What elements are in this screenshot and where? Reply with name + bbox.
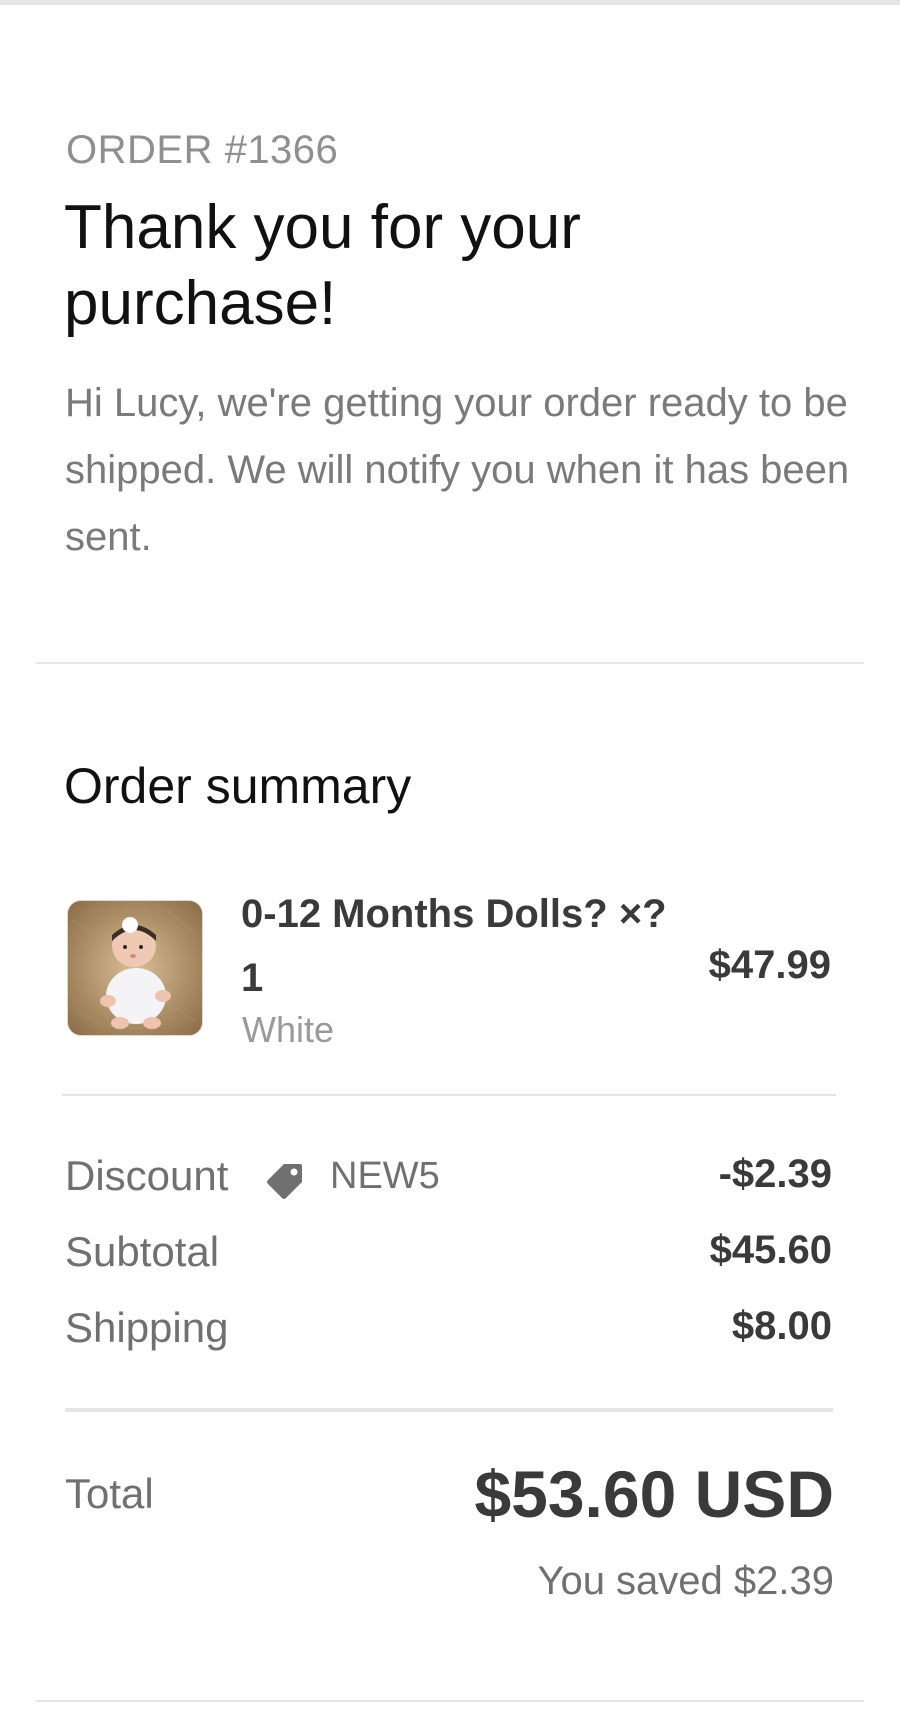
totals-divider: [65, 1408, 833, 1412]
product-price: $47.99: [708, 943, 831, 987]
subtotal-label: Subtotal: [65, 1228, 220, 1275]
top-border: [0, 0, 900, 5]
discount-label: Discount: [65, 1152, 229, 1199]
order-summary-heading: Order summary: [64, 758, 412, 814]
order-greeting-message: Hi Lucy, we're getting your order ready …: [65, 381, 850, 559]
page-title: Thank you for your purchase!: [64, 193, 581, 338]
section-divider: [36, 662, 864, 664]
shipping-value: $8.00: [731, 1304, 832, 1348]
order-number: ORDER #1366: [66, 128, 339, 172]
tag-icon: [267, 1164, 302, 1199]
shipping-label: Shipping: [65, 1304, 229, 1351]
discount-code: NEW5: [330, 1155, 440, 1197]
total-value: $53.60 USD: [474, 1457, 834, 1531]
product-variant: White: [242, 1009, 335, 1050]
bottom-divider: [36, 1700, 864, 1702]
product-name: 0-12 Months Dolls? ×?1: [241, 892, 667, 1000]
discount-value: -$2.39: [718, 1152, 832, 1196]
items-divider: [62, 1094, 836, 1096]
product-thumbnail: [67, 900, 203, 1036]
subtotal-value: $45.60: [709, 1228, 832, 1272]
total-label: Total: [65, 1470, 154, 1517]
savings-text: You saved $2.39: [537, 1559, 834, 1603]
doll-product-photo-icon: [68, 901, 202, 1035]
